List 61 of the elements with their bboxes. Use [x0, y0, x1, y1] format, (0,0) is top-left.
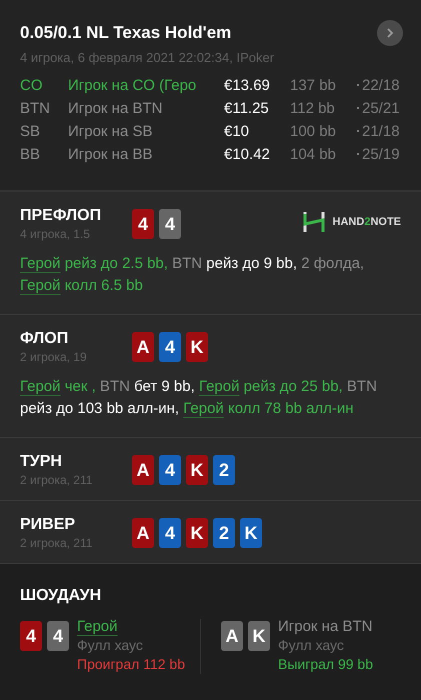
playing-card: A: [132, 332, 154, 362]
player-position: BTN: [20, 100, 51, 116]
hand-title: 0.05/0.1 NL Texas Hold'em: [20, 23, 232, 43]
player-stack: €13.69: [224, 76, 271, 94]
player-stats: 21/18: [362, 122, 401, 140]
logo-icon: [302, 211, 325, 233]
player-name: Игрок на SB: [68, 122, 154, 140]
player-stack: €10: [224, 122, 250, 140]
action-text: Герой чек , BTN бет 9 bb, Герой рейз до 25 bb, BTN рейз до 103 bb алл-ин, Герой колл 78 bb алл-ин: [20, 377, 378, 419]
logo-text: HAND2NOTE: [332, 216, 401, 228]
playing-card: 4: [47, 621, 69, 651]
street-title: ПРЕФЛОП: [20, 207, 102, 225]
player-position: CO: [20, 76, 44, 94]
player-name: Игрок на BTN: [68, 100, 164, 116]
playing-card: 4: [159, 455, 181, 485]
hand-rank: Фулл хаус: [278, 636, 345, 655]
playing-card: 4: [20, 621, 42, 651]
action-text: Герой рейз до 2.5 bb, BTN рейз до 9 bb, 2 фолда, Герой колл 6.5 bb: [20, 254, 366, 296]
player-stats: 22/18: [362, 76, 401, 94]
playing-card: K: [240, 518, 262, 548]
player-bb: 104 bb: [290, 146, 337, 162]
showdown-title: ШОУДАУН: [20, 587, 102, 605]
hand-subtitle: 4 игрока, 6 февраля 2021 22:02:34, IPoker: [20, 50, 276, 65]
playing-card: K: [186, 332, 208, 362]
hero-link[interactable]: Герой: [198, 378, 240, 395]
playing-card: A: [132, 455, 154, 485]
playing-card: K: [186, 455, 208, 485]
playing-card: A: [221, 621, 243, 651]
player-stack: €11.25: [224, 100, 270, 116]
player-bb: 112 bb: [290, 100, 336, 116]
hero-link[interactable]: Герой: [20, 378, 61, 395]
street-title: РИВЕР: [20, 516, 76, 534]
player-stats: 25/19: [362, 146, 401, 162]
playing-card: K: [248, 621, 270, 651]
playing-card: K: [186, 518, 208, 548]
player-name: Игрок на BTN: [278, 617, 373, 636]
hero-link[interactable]: Герой: [77, 617, 118, 636]
player-stats: 25/21: [362, 100, 401, 116]
player-position: SB: [20, 122, 42, 140]
hero-link[interactable]: Герой: [20, 277, 61, 294]
playing-card: 2: [213, 455, 235, 485]
player-bb: 100 bb: [290, 122, 337, 140]
hero-link[interactable]: Герой: [183, 400, 224, 417]
player-position: BB: [20, 146, 42, 162]
playing-card: 4: [132, 209, 154, 239]
result-text: Выиграл 99 bb: [278, 655, 373, 674]
hero-link[interactable]: Игрок на CO (Геро: [68, 76, 224, 94]
street-title: ФЛОП: [20, 330, 70, 348]
next-button[interactable]: [377, 20, 403, 46]
hero-link[interactable]: Герой: [20, 255, 61, 272]
playing-card: 4: [159, 332, 181, 362]
playing-card: A: [132, 518, 154, 548]
result-text: Проиграл 112 bb: [77, 655, 185, 674]
player-stack: €10.42: [224, 146, 271, 162]
player-bb: 137 bb: [290, 76, 337, 94]
player-name: Игрок на BB: [68, 146, 154, 162]
playing-card: 4: [159, 518, 181, 548]
playing-card: 2: [213, 518, 235, 548]
playing-card: 4: [159, 209, 181, 239]
hand-rank: Фулл хаус: [77, 636, 144, 655]
street-title: ТУРН: [20, 453, 63, 471]
